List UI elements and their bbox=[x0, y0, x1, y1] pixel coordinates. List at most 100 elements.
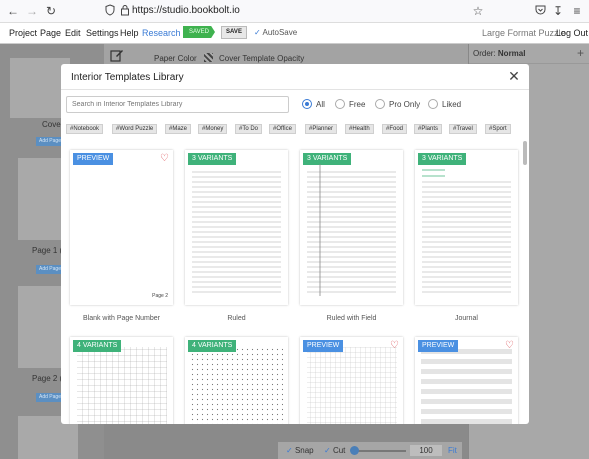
pocket-icon[interactable] bbox=[533, 4, 547, 18]
journal-preview bbox=[422, 169, 511, 293]
check-icon: ✓ bbox=[324, 446, 331, 455]
tag-to-do[interactable]: #To Do bbox=[235, 124, 263, 134]
tag-sport[interactable]: #Sport bbox=[485, 124, 511, 134]
template-card-dot-grid[interactable]: 4 VARIANTS bbox=[185, 337, 288, 424]
tag-word-puzzle[interactable]: #Word Puzzle bbox=[112, 124, 158, 134]
forward-icon[interactable]: → bbox=[25, 4, 39, 18]
back-icon[interactable]: ← bbox=[6, 4, 20, 18]
check-icon: ✓ bbox=[286, 446, 293, 455]
check-icon: ✓ bbox=[254, 28, 261, 37]
browser-toolbar: ← → ↻ https://studio.bookbolt.io ☆ ↧ ≡ bbox=[0, 0, 589, 23]
template-card-blank[interactable]: PREVIEW ♡ Page 2 bbox=[70, 150, 173, 305]
lock-icon[interactable] bbox=[118, 4, 132, 18]
tag-office[interactable]: #Office bbox=[269, 124, 296, 134]
radio-icon bbox=[428, 99, 438, 109]
logout-link[interactable]: Log Out bbox=[556, 28, 588, 38]
card-name: Ruled bbox=[227, 315, 246, 322]
address-bar-url[interactable]: https://studio.bookbolt.io bbox=[132, 5, 240, 16]
menu-edit[interactable]: Edit bbox=[65, 28, 81, 38]
paper-color-label[interactable]: Paper Color bbox=[154, 54, 197, 63]
card-name: Journal bbox=[455, 315, 478, 322]
filter-all-radio[interactable]: All bbox=[302, 99, 325, 110]
modal-title: Interior Templates Library bbox=[71, 72, 184, 83]
page-number-label: Page 2 bbox=[152, 293, 168, 299]
order-value[interactable]: Normal bbox=[498, 49, 526, 58]
template-card-graph[interactable]: PREVIEW ♡ bbox=[300, 337, 403, 424]
snap-toggle[interactable]: ✓ Snap bbox=[286, 446, 314, 455]
filter-label: Free bbox=[349, 100, 366, 109]
add-page-button[interactable]: Add Page bbox=[36, 265, 64, 274]
pattern-icon[interactable] bbox=[204, 53, 213, 62]
card-name: Ruled with Field bbox=[326, 315, 377, 322]
heart-icon[interactable]: ♡ bbox=[390, 341, 399, 351]
download-icon[interactable]: ↧ bbox=[551, 4, 565, 18]
menu-project[interactable]: Project bbox=[9, 28, 37, 38]
menu-help[interactable]: Help bbox=[120, 28, 139, 38]
scrollbar-thumb[interactable] bbox=[523, 141, 527, 165]
add-icon[interactable]: + bbox=[577, 46, 584, 60]
tag-health[interactable]: #Health bbox=[345, 124, 374, 134]
reload-icon[interactable]: ↻ bbox=[44, 4, 58, 18]
ruled-field-preview bbox=[307, 164, 396, 296]
radio-icon bbox=[335, 99, 345, 109]
tag-notebook[interactable]: #Notebook bbox=[66, 124, 104, 134]
template-card-ruled-field[interactable]: 3 VARIANTS bbox=[300, 150, 403, 305]
menu-page[interactable]: Page bbox=[40, 28, 61, 38]
ruled-lines-preview bbox=[192, 171, 281, 293]
tag-maze[interactable]: #Maze bbox=[165, 124, 192, 134]
snap-label: Snap bbox=[294, 446, 314, 455]
add-page-button[interactable]: Add Page bbox=[36, 137, 64, 146]
tag-planner[interactable]: #Planner bbox=[305, 124, 338, 134]
heart-icon[interactable]: ♡ bbox=[505, 341, 514, 351]
filter-label: All bbox=[316, 100, 325, 109]
edit-icon[interactable] bbox=[110, 48, 124, 62]
tag-travel[interactable]: #Travel bbox=[449, 124, 477, 134]
zoom-slider[interactable] bbox=[354, 450, 406, 452]
tag-plants[interactable]: #Plants bbox=[414, 124, 443, 134]
radio-icon bbox=[302, 99, 312, 109]
variants-badge: 4 VARIANTS bbox=[73, 340, 122, 352]
canvas-bottom-bar: ✓ Snap ✓ Cut 100 Fit bbox=[278, 442, 462, 459]
autosave-label: AutoSave bbox=[262, 28, 298, 37]
star-icon[interactable]: ☆ bbox=[471, 4, 485, 18]
order-label-text: Order: bbox=[473, 49, 496, 58]
radio-icon bbox=[375, 99, 385, 109]
heart-icon[interactable]: ♡ bbox=[160, 154, 169, 164]
search-input[interactable] bbox=[66, 96, 289, 113]
cut-toggle[interactable]: ✓ Cut bbox=[324, 446, 345, 455]
order-label: Order: Normal bbox=[473, 49, 525, 58]
template-card-journal[interactable]: 3 VARIANTS bbox=[415, 150, 518, 305]
template-card-blocks[interactable]: PREVIEW ♡ bbox=[415, 337, 518, 424]
tag-food[interactable]: #Food bbox=[382, 124, 408, 134]
large-format-label[interactable]: Large Format Puzzle bbox=[482, 28, 566, 38]
shield-icon[interactable] bbox=[103, 4, 117, 18]
autosave-toggle[interactable]: ✓ AutoSave bbox=[254, 28, 297, 37]
add-page-button[interactable]: Add Page bbox=[36, 393, 64, 402]
menu-icon[interactable]: ≡ bbox=[570, 4, 584, 18]
save-button[interactable]: SAVE bbox=[221, 26, 247, 39]
tag-money[interactable]: #Money bbox=[198, 124, 228, 134]
close-icon[interactable]: ✕ bbox=[507, 69, 521, 83]
filter-label: Pro Only bbox=[389, 100, 421, 109]
variants-badge: 4 VARIANTS bbox=[188, 340, 237, 352]
interior-templates-modal: Interior Templates Library ✕ All Free Pr… bbox=[61, 64, 529, 424]
properties-toolbar: Paper Color Cover Template Opacity bbox=[104, 44, 468, 66]
filter-liked-radio[interactable]: Liked bbox=[428, 99, 461, 110]
preview-badge: PREVIEW bbox=[303, 340, 344, 352]
zoom-input[interactable]: 100 bbox=[410, 445, 442, 456]
filter-free-radio[interactable]: Free bbox=[335, 99, 365, 110]
template-card-ruled[interactable]: 3 VARIANTS bbox=[185, 150, 288, 305]
filter-pro-radio[interactable]: Pro Only bbox=[375, 99, 420, 110]
template-card-grid[interactable]: 4 VARIANTS bbox=[70, 337, 173, 424]
modal-divider bbox=[61, 89, 529, 90]
zoom-slider-handle[interactable] bbox=[350, 446, 359, 455]
cut-label: Cut bbox=[332, 446, 346, 455]
card-name: Blank with Page Number bbox=[82, 315, 161, 322]
cover-opacity-label[interactable]: Cover Template Opacity bbox=[219, 54, 304, 63]
menu-settings[interactable]: Settings bbox=[86, 28, 119, 38]
scrollbar-track[interactable] bbox=[522, 140, 527, 424]
preview-badge: PREVIEW bbox=[73, 153, 114, 165]
fit-button[interactable]: Fit bbox=[448, 446, 457, 455]
saved-status-badge: SAVED bbox=[183, 26, 215, 38]
menu-research[interactable]: Research bbox=[142, 28, 181, 38]
